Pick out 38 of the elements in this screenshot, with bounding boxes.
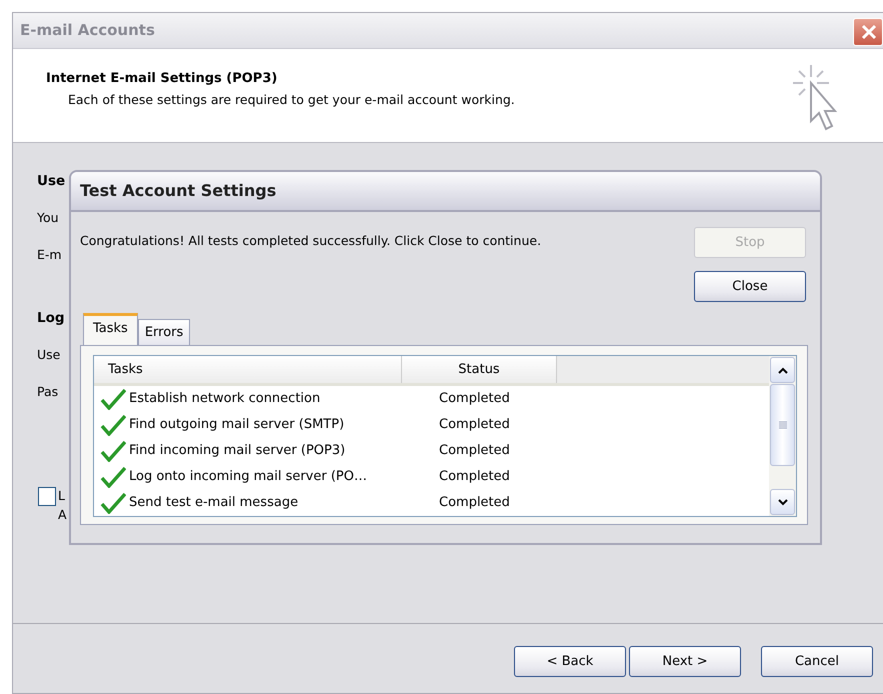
task-status: Completed [438, 494, 511, 512]
close-button[interactable]: Close [694, 271, 806, 302]
task-status: Completed [438, 468, 511, 486]
next-button[interactable]: Next > [629, 646, 741, 677]
header-subtitle: Each of these settings are required to get your e-mail account working. [67, 90, 515, 109]
scroll-thumb[interactable] [770, 384, 795, 466]
dialog-title: Test Account Settings [80, 180, 276, 202]
header-title: Internet E-mail Settings (POP3) [46, 70, 278, 88]
grip-icon [778, 421, 786, 429]
field-label: You [37, 209, 59, 228]
window-title: E-mail Accounts [20, 20, 155, 42]
checkbox-label: L [58, 487, 66, 505]
task-status: Completed [438, 442, 511, 460]
scroll-down-button[interactable] [770, 489, 795, 515]
field-label: Use [37, 346, 60, 364]
tab[interactable]: Tasks [83, 312, 138, 345]
task-status: Completed [438, 416, 511, 434]
field-label: E-m [37, 246, 62, 264]
scroll-up-button[interactable] [770, 357, 795, 383]
task-status: Completed [438, 390, 511, 408]
task-name: Log onto incoming mail server (PO… [129, 468, 367, 486]
task-name: Send test e-mail message [129, 494, 298, 512]
column-header[interactable]: Tasks [94, 356, 402, 383]
task-name: Establish network connection [129, 390, 320, 408]
scrollbar[interactable] [769, 356, 796, 516]
section-heading: Log [37, 308, 65, 328]
tab[interactable]: Errors [138, 318, 190, 345]
section-heading: Use [37, 172, 66, 191]
field-label: Pas [37, 382, 58, 401]
close-button[interactable] [853, 18, 883, 46]
task-name: Find outgoing mail server (SMTP) [129, 416, 344, 434]
close-icon [860, 23, 876, 41]
back-button[interactable]: < Back [514, 646, 626, 677]
checkbox-label: A [58, 506, 67, 524]
status-message: Congratulations! All tests completed successfully. Click Close to continue. [80, 233, 542, 248]
cancel-button[interactable]: Cancel [761, 646, 873, 677]
checkbox[interactable] [38, 487, 56, 506]
task-name: Find incoming mail server (POP3) [129, 442, 346, 460]
